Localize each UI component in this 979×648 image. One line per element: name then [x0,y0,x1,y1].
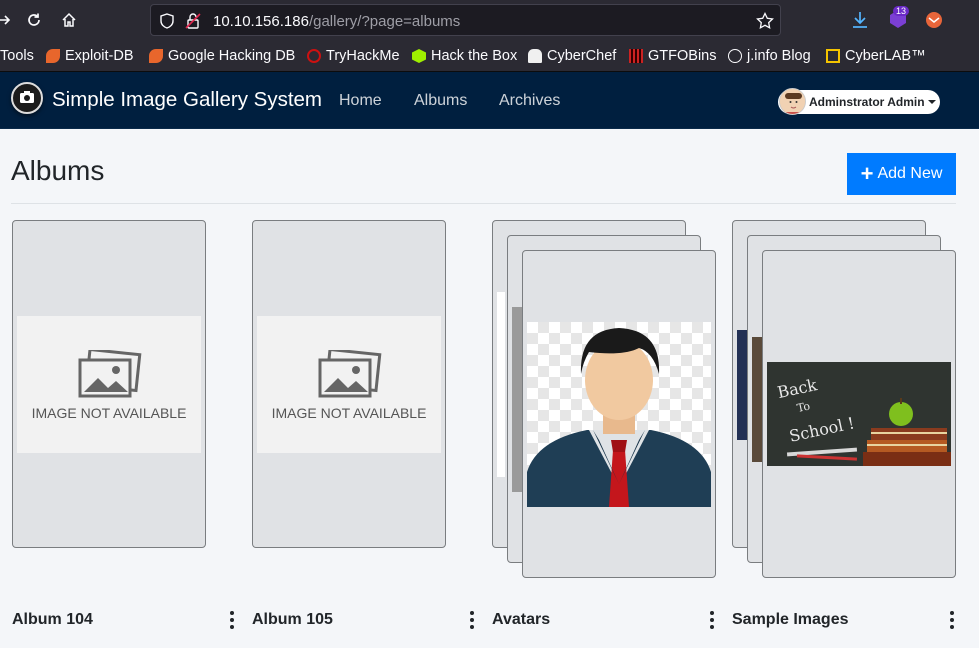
gallery-logo[interactable] [11,82,43,114]
album-card-album-104[interactable]: IMAGE NOT AVAILABLE [12,220,206,548]
album-menu-icon[interactable] [468,611,476,629]
add-new-label: Add New [877,165,943,182]
tryhackme-icon [307,49,321,63]
bookmark-hack-the-box[interactable]: Hack the Box [412,46,517,66]
stack-image-edge [752,337,762,462]
stack-image-edge [737,330,747,440]
bookmark-exploit-db[interactable]: Exploit-DB [46,46,134,66]
image-not-available-placeholder: IMAGE NOT AVAILABLE [257,316,441,453]
bookmark-label: Hack the Box [431,48,518,64]
bookmark-tryhackme[interactable]: TryHackMe [307,46,400,66]
browser-toolbar: 10.10.156.186/gallery/?page=albums 13 [0,0,979,40]
image-placeholder-icon [318,349,382,397]
url-text[interactable]: 10.10.156.186/gallery/?page=albums [213,13,460,30]
brand-title[interactable]: Simple Image Gallery System [52,88,322,112]
camera-icon [20,91,34,103]
bookmark-label: GTFOBins [648,48,717,64]
hackthebox-icon [412,49,426,63]
bookmark-label: CyberChef [547,48,617,64]
bookmark-cyberchef[interactable]: CyberChef [528,46,616,66]
url-host: 10.10.156.186 [213,13,309,30]
bookmarks-bar: Tools Exploit-DB Google Hacking DB TryHa… [0,40,979,72]
back-to-school-image: Back To School ! [767,362,951,466]
shield-icon[interactable] [159,13,175,34]
caret-down-icon [928,100,936,104]
download-icon[interactable] [852,11,868,34]
add-new-button[interactable]: + Add New [847,153,956,195]
bookmark-label: CyberLAB™ [845,48,926,64]
divider [11,203,956,204]
nav-home[interactable]: Home [339,92,382,110]
avatar-image [527,322,711,507]
user-dropdown[interactable]: Adminstrator Admin [778,88,940,115]
album-menu-icon[interactable] [228,611,236,629]
chalkboard-image: Back To School ! [767,362,951,466]
gtfobins-icon [629,49,643,63]
bookmark-tools[interactable]: Tools [0,46,34,66]
bookmark-jinfo-blog[interactable]: j.info Blog [728,46,811,66]
app-navbar: Simple Image Gallery System Home Albums … [0,72,979,129]
nav-archives[interactable]: Archives [499,92,560,110]
bookmark-gtfobins[interactable]: GTFOBins [629,46,716,66]
image-not-available-text: IMAGE NOT AVAILABLE [271,404,427,421]
image-placeholder-icon [78,349,142,397]
page-title: Albums [11,155,105,186]
user-name: Adminstrator Admin [809,95,925,109]
album-card-album-105[interactable]: IMAGE NOT AVAILABLE [252,220,446,548]
bookmark-label: j.info Blog [747,48,811,64]
nav-albums[interactable]: Albums [414,92,467,110]
stack-card-front [522,250,716,578]
businessman-avatar-image [527,328,711,507]
home-icon[interactable] [57,8,81,32]
foxyproxy-icon[interactable] [924,10,944,35]
stack-image-edge [512,307,522,492]
album-title-sample-images[interactable]: Sample Images [732,611,849,629]
ghdb-icon [149,49,163,63]
image-not-available-text: IMAGE NOT AVAILABLE [31,404,187,421]
bookmark-label: Google Hacking DB [168,48,296,64]
star-icon[interactable] [756,11,774,35]
url-path: /gallery/?page=albums [308,13,461,30]
cyberlab-icon [826,49,840,63]
stack-card-front: Back To School ! [762,250,956,578]
reload-icon[interactable] [22,8,46,32]
extension-badge: 13 [893,6,910,16]
exploit-db-icon [46,49,60,63]
globe-icon [728,49,742,63]
bookmark-label: TryHackMe [326,48,400,64]
image-not-available-placeholder: IMAGE NOT AVAILABLE [17,316,201,453]
bookmark-label: Tools [0,48,34,64]
plus-icon: + [860,161,874,186]
bookmark-label: Exploit-DB [65,48,134,64]
cyberchef-icon [528,49,542,63]
album-menu-icon[interactable] [708,611,716,629]
insecure-lock-icon[interactable] [185,12,201,35]
bookmark-cyberlab[interactable]: CyberLAB™ [826,46,926,66]
album-title-album-105[interactable]: Album 105 [252,611,333,629]
forward-icon[interactable] [0,8,16,32]
address-bar[interactable]: 10.10.156.186/gallery/?page=albums [150,4,781,36]
album-menu-icon[interactable] [948,611,956,629]
bookmark-google-hacking-db[interactable]: Google Hacking DB [149,46,295,66]
stack-image-edge [497,292,505,477]
album-title-avatars[interactable]: Avatars [492,611,550,629]
album-title-album-104[interactable]: Album 104 [12,611,93,629]
avatar [779,88,806,115]
